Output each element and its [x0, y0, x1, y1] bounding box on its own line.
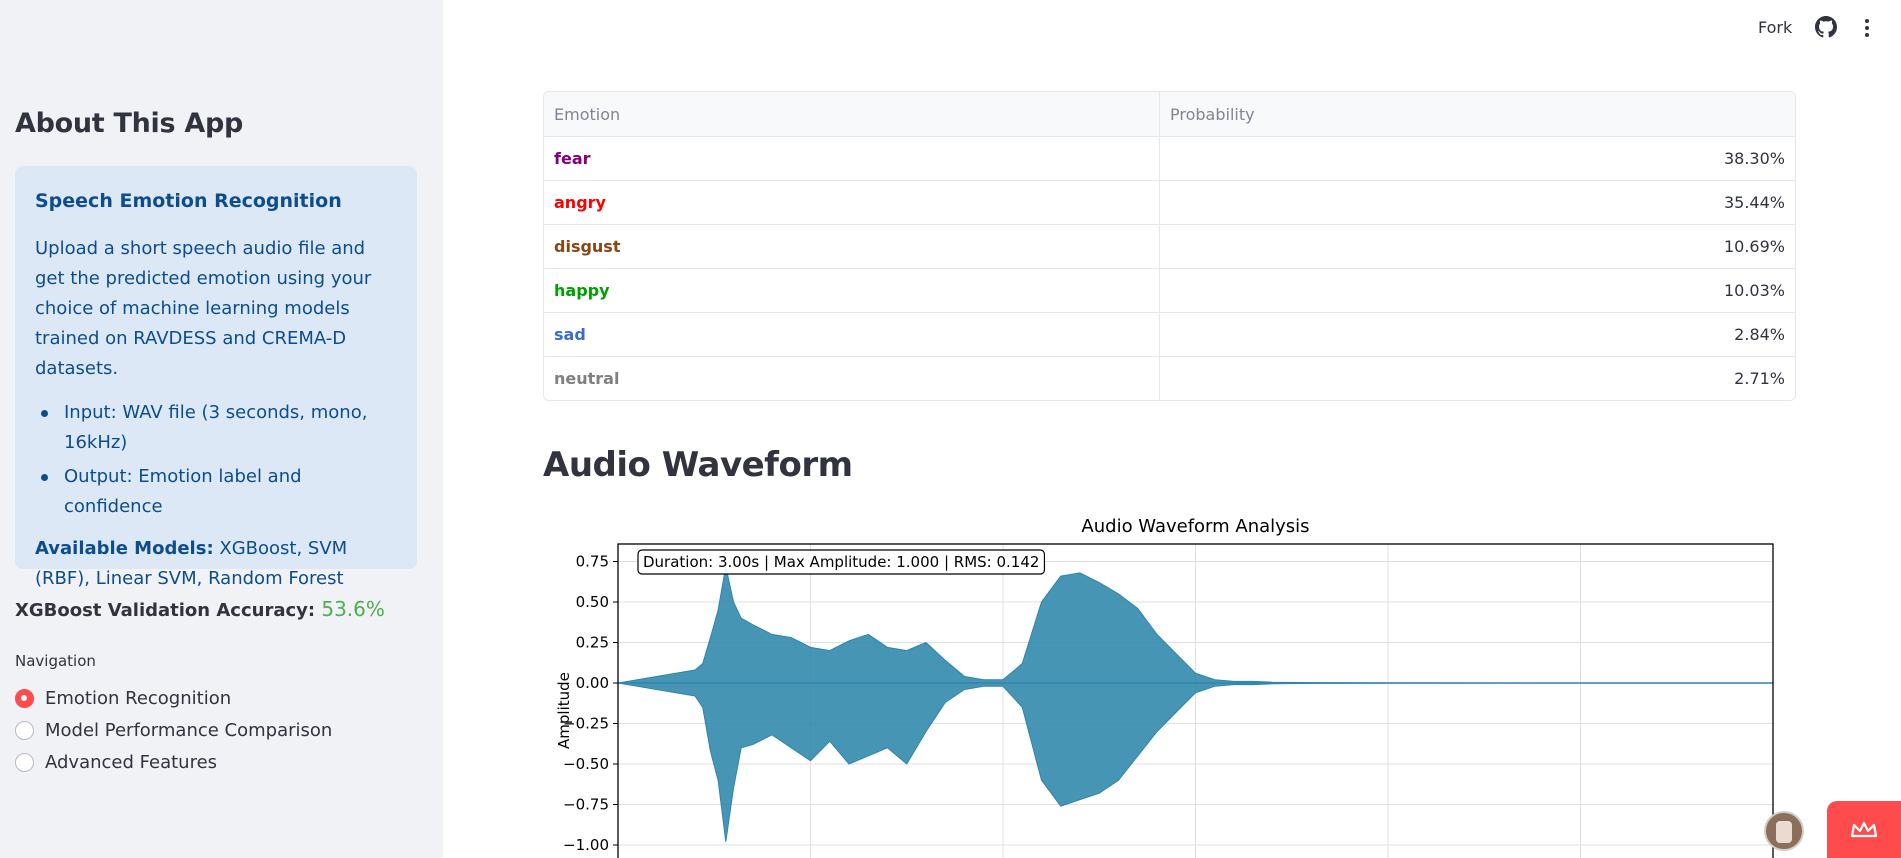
- sidebar-title: About This App: [15, 108, 244, 139]
- streamlit-crown-button[interactable]: [1827, 801, 1901, 858]
- table-row: angry 35.44%: [544, 180, 1795, 224]
- info-bullet: Input: WAV file (3 seconds, mono, 16kHz): [35, 398, 397, 458]
- user-avatar[interactable]: [1764, 811, 1804, 851]
- kebab-menu-icon[interactable]: [1863, 17, 1871, 39]
- probability-cell: 2.84%: [1734, 325, 1785, 344]
- nav-radio-label: Advanced Features: [45, 752, 218, 773]
- probability-cell: 2.71%: [1734, 369, 1785, 388]
- info-heading: Speech Emotion Recognition: [35, 190, 342, 212]
- column-header-probability[interactable]: Probability: [1160, 92, 1795, 136]
- emotion-cell: neutral: [544, 357, 1160, 400]
- emotion-probability-table: Emotion Probability fear 38.30% angry 35.44…: [543, 91, 1796, 401]
- column-header-emotion[interactable]: Emotion: [544, 92, 1160, 136]
- probability-cell: 38.30%: [1723, 149, 1785, 168]
- y-tick-label: 0.75: [576, 553, 609, 571]
- y-tick-label: 0.00: [576, 674, 609, 692]
- y-tick-label: 0.50: [576, 593, 609, 611]
- emotion-cell: disgust: [544, 225, 1160, 268]
- info-description: Upload a short speech audio file and get…: [35, 238, 372, 379]
- waveform-chart: Audio Waveform Analysis 0.75 0.50 0.25 0.00 −…: [555, 516, 1774, 858]
- emotion-cell: fear: [544, 137, 1160, 180]
- emotion-label: fear: [554, 149, 591, 168]
- table-row: happy 10.03%: [544, 268, 1795, 312]
- y-tick-label: −0.50: [563, 755, 609, 773]
- nav-radio-label: Emotion Recognition: [45, 688, 232, 709]
- models-label: Available Models:: [35, 538, 214, 559]
- navigation-label: Navigation: [15, 652, 96, 670]
- y-axis-label: Amplitude: [555, 672, 573, 749]
- emotion-label: angry: [554, 193, 606, 212]
- emotion-label: neutral: [554, 369, 620, 388]
- emotion-label: happy: [554, 281, 610, 300]
- chart-annotation: Duration: 3.00s | Max Amplitude: 1.000 |…: [643, 553, 1039, 571]
- info-bullet: Output: Emotion label and confidence: [35, 462, 397, 522]
- radio-unselected-icon[interactable]: [15, 721, 34, 740]
- validation-accuracy: XGBoost Validation Accuracy: 53.6%: [15, 597, 385, 621]
- nav-radio-label: Model Performance Comparison: [45, 720, 333, 741]
- fork-button[interactable]: Fork: [1758, 18, 1792, 37]
- emotion-cell: happy: [544, 269, 1160, 312]
- bullet-icon: [41, 410, 48, 417]
- nav-radio-advanced-features[interactable]: Advanced Features: [15, 752, 217, 773]
- emotion-label: disgust: [554, 237, 621, 256]
- accuracy-label: XGBoost Validation Accuracy:: [15, 600, 322, 621]
- emotion-label: sad: [554, 325, 586, 344]
- table-row: disgust 10.69%: [544, 224, 1795, 268]
- table-row: fear 38.30%: [544, 136, 1795, 180]
- nav-radio-emotion-recognition[interactable]: Emotion Recognition: [15, 688, 231, 709]
- y-tick-label: −1.00: [563, 836, 609, 854]
- probability-cell: 10.03%: [1723, 281, 1785, 300]
- accuracy-value: 53.6%: [321, 597, 385, 621]
- emotion-cell: sad: [544, 313, 1160, 356]
- sidebar: About This App Speech Emotion Recognitio…: [0, 0, 443, 858]
- table-row: neutral 2.71%: [544, 356, 1795, 400]
- available-models: Available Models: XGBoost, SVM (RBF), Li…: [35, 534, 397, 594]
- table-header-row: Emotion Probability: [544, 92, 1795, 136]
- info-bullet-list: Input: WAV file (3 seconds, mono, 16kHz)…: [35, 398, 397, 522]
- table-body: fear 38.30% angry 35.44% disgust 10.69% happy 1…: [544, 136, 1795, 400]
- section-title-audio-waveform: Audio Waveform: [543, 445, 853, 485]
- radio-selected-icon[interactable]: [15, 689, 34, 708]
- nav-radio-model-performance[interactable]: Model Performance Comparison: [15, 720, 332, 741]
- radio-unselected-icon[interactable]: [15, 753, 34, 772]
- y-tick-label: 0.25: [576, 634, 609, 652]
- crown-icon: [1850, 821, 1878, 837]
- github-icon[interactable]: [1815, 16, 1837, 38]
- bullet-icon: [41, 474, 48, 481]
- y-tick-label: −0.75: [563, 796, 609, 814]
- table-row: sad 2.84%: [544, 312, 1795, 356]
- info-box: Speech Emotion Recognition Upload a shor…: [15, 166, 417, 589]
- info-bullet-text: Input: WAV file (3 seconds, mono, 16kHz): [64, 402, 368, 453]
- probability-cell: 35.44%: [1723, 193, 1785, 212]
- probability-cell: 10.69%: [1723, 237, 1785, 256]
- chart-title: Audio Waveform Analysis: [1081, 516, 1309, 537]
- emotion-cell: angry: [544, 181, 1160, 224]
- info-bullet-text: Output: Emotion label and confidence: [64, 466, 302, 517]
